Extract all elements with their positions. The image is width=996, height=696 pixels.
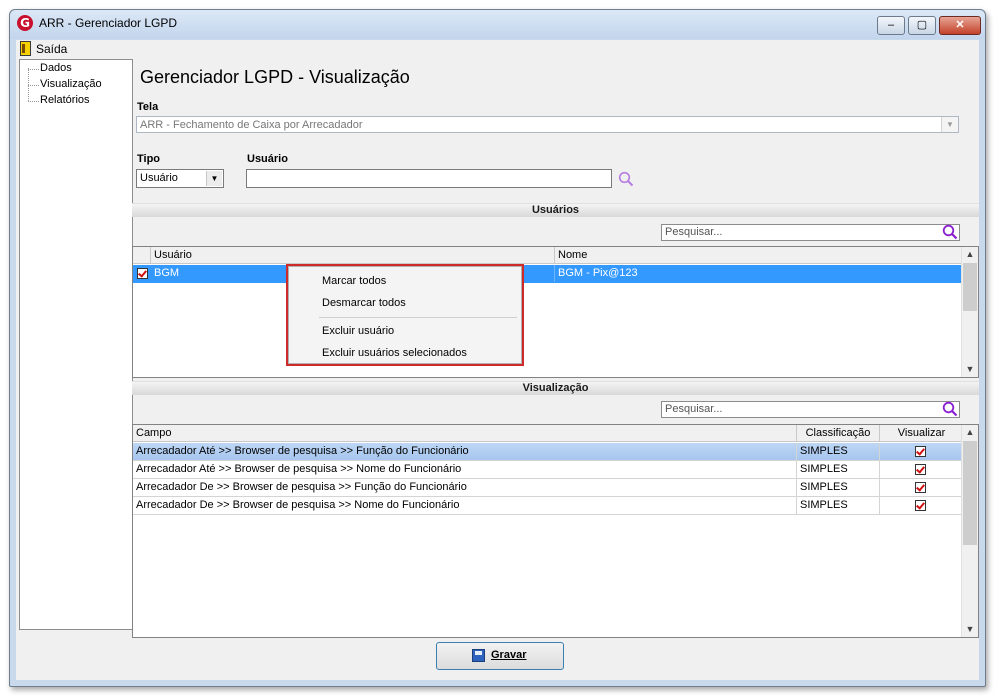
usuarios-grid: Usuário Nome BGM BGM - Pix@123 ▲ ▼ xyxy=(132,246,979,378)
usuario-input[interactable] xyxy=(246,169,612,188)
tree-connector xyxy=(28,69,39,70)
minimize-button[interactable]: ‒ xyxy=(877,16,905,35)
floppy-disk-icon xyxy=(472,649,485,662)
search-icon[interactable] xyxy=(942,224,958,240)
campo-cell: Arrecadador Até >> Browser de pesquisa >… xyxy=(133,461,797,478)
tree-connector xyxy=(28,101,39,102)
menu-separator xyxy=(319,317,517,318)
door-exit-icon[interactable] xyxy=(20,41,31,56)
tipo-label: Tipo xyxy=(137,153,161,165)
column-header-campo[interactable]: Campo xyxy=(133,425,797,442)
table-row[interactable]: Arrecadador Até >> Browser de pesquisa >… xyxy=(133,443,963,461)
navigation-tree: Dados Visualização Relatórios xyxy=(19,59,133,630)
menu-item-excluir-selecionados[interactable]: Excluir usuários selecionados xyxy=(322,347,467,359)
campo-cell: Arrecadador Até >> Browser de pesquisa >… xyxy=(133,443,797,460)
scroll-down-icon[interactable]: ▼ xyxy=(962,362,978,377)
visualizar-cell xyxy=(880,497,963,514)
tree-item-relatorios[interactable]: Relatórios xyxy=(40,94,90,106)
vertical-scrollbar[interactable]: ▲ ▼ xyxy=(961,247,978,377)
visualizacao-section-header: Visualização xyxy=(132,381,979,395)
scroll-up-icon[interactable]: ▲ xyxy=(962,247,978,262)
column-header-check xyxy=(133,247,151,264)
column-header-nome[interactable]: Nome xyxy=(555,247,964,264)
classificacao-cell: SIMPLES xyxy=(797,443,880,460)
save-button[interactable]: Gravar xyxy=(436,642,564,670)
table-row[interactable]: Arrecadador Até >> Browser de pesquisa >… xyxy=(133,461,963,479)
visualizacao-search-input[interactable]: Pesquisar... xyxy=(661,401,960,418)
tipo-select-value: Usuário xyxy=(140,172,178,184)
visualizacao-grid: Campo Classificação Visualizar Arrecadad… xyxy=(132,424,979,638)
tree-item-dados[interactable]: Dados xyxy=(40,62,72,74)
page-title: Gerenciador LGPD - Visualização xyxy=(140,67,410,87)
search-icon[interactable] xyxy=(618,171,634,187)
visualizar-checkbox[interactable] xyxy=(915,482,926,493)
app-window: G ARR - Gerenciador LGPD ‒ ▢ ✕ Saída Dad… xyxy=(9,9,986,687)
tela-label: Tela xyxy=(137,101,159,113)
client-area: Saída Dados Visualização Relatórios Gere… xyxy=(16,40,979,680)
chevron-down-icon[interactable]: ▼ xyxy=(206,171,222,186)
visualizar-checkbox[interactable] xyxy=(915,464,926,475)
menu-bar: Saída xyxy=(16,40,979,57)
scrollbar-thumb[interactable] xyxy=(963,263,977,311)
column-header-visualizar[interactable]: Visualizar xyxy=(880,425,964,442)
save-button-label: Gravar xyxy=(491,649,527,661)
menu-item-saida[interactable]: Saída xyxy=(36,42,67,56)
menu-item-marcar-todos[interactable]: Marcar todos xyxy=(322,275,386,287)
visualizar-cell xyxy=(880,443,963,460)
table-row[interactable]: Arrecadador De >> Browser de pesquisa >>… xyxy=(133,497,963,515)
scroll-up-icon[interactable]: ▲ xyxy=(962,425,978,440)
nome-cell: BGM - Pix@123 xyxy=(558,267,638,279)
campo-cell: Arrecadador De >> Browser de pesquisa >>… xyxy=(133,497,797,514)
scrollbar-thumb[interactable] xyxy=(963,441,977,545)
row-checkbox[interactable] xyxy=(137,268,148,279)
tela-combo-value: ARR - Fechamento de Caixa por Arrecadado… xyxy=(140,119,363,131)
usuario-label: Usuário xyxy=(247,153,288,165)
usuarios-section-header: Usuários xyxy=(132,203,979,217)
tela-combo[interactable]: ARR - Fechamento de Caixa por Arrecadado… xyxy=(136,116,959,133)
close-button[interactable]: ✕ xyxy=(939,16,981,35)
visualizar-cell xyxy=(880,479,963,496)
column-header-classificacao[interactable]: Classificação xyxy=(797,425,880,442)
menu-item-desmarcar-todos[interactable]: Desmarcar todos xyxy=(322,297,406,309)
column-header-usuario[interactable]: Usuário xyxy=(151,247,555,264)
table-row[interactable]: BGM BGM - Pix@123 xyxy=(133,265,963,283)
maximize-button[interactable]: ▢ xyxy=(908,16,936,35)
app-logo-icon: G xyxy=(17,15,33,31)
title-bar[interactable]: G ARR - Gerenciador LGPD ‒ ▢ ✕ xyxy=(10,10,985,39)
usuarios-search-input[interactable]: Pesquisar... xyxy=(661,224,960,241)
visualizar-checkbox[interactable] xyxy=(915,446,926,457)
classificacao-cell: SIMPLES xyxy=(797,497,880,514)
table-row[interactable]: Arrecadador De >> Browser de pesquisa >>… xyxy=(133,479,963,497)
visualizar-cell xyxy=(880,461,963,478)
tree-item-visualizacao[interactable]: Visualização xyxy=(40,78,102,90)
tipo-select[interactable]: Usuário ▼ xyxy=(136,169,224,188)
tree-connector xyxy=(28,85,39,86)
chevron-down-icon[interactable]: ▼ xyxy=(941,117,958,132)
search-icon[interactable] xyxy=(942,401,958,417)
campo-cell: Arrecadador De >> Browser de pesquisa >>… xyxy=(133,479,797,496)
classificacao-cell: SIMPLES xyxy=(797,479,880,496)
menu-item-excluir-usuario[interactable]: Excluir usuário xyxy=(322,325,394,337)
classificacao-cell: SIMPLES xyxy=(797,461,880,478)
scroll-down-icon[interactable]: ▼ xyxy=(962,622,978,637)
context-menu: Marcar todos Desmarcar todos Excluir usu… xyxy=(288,266,522,364)
window-title: ARR - Gerenciador LGPD xyxy=(39,16,178,30)
vertical-scrollbar[interactable]: ▲ ▼ xyxy=(961,425,978,637)
visualizar-checkbox[interactable] xyxy=(915,500,926,511)
